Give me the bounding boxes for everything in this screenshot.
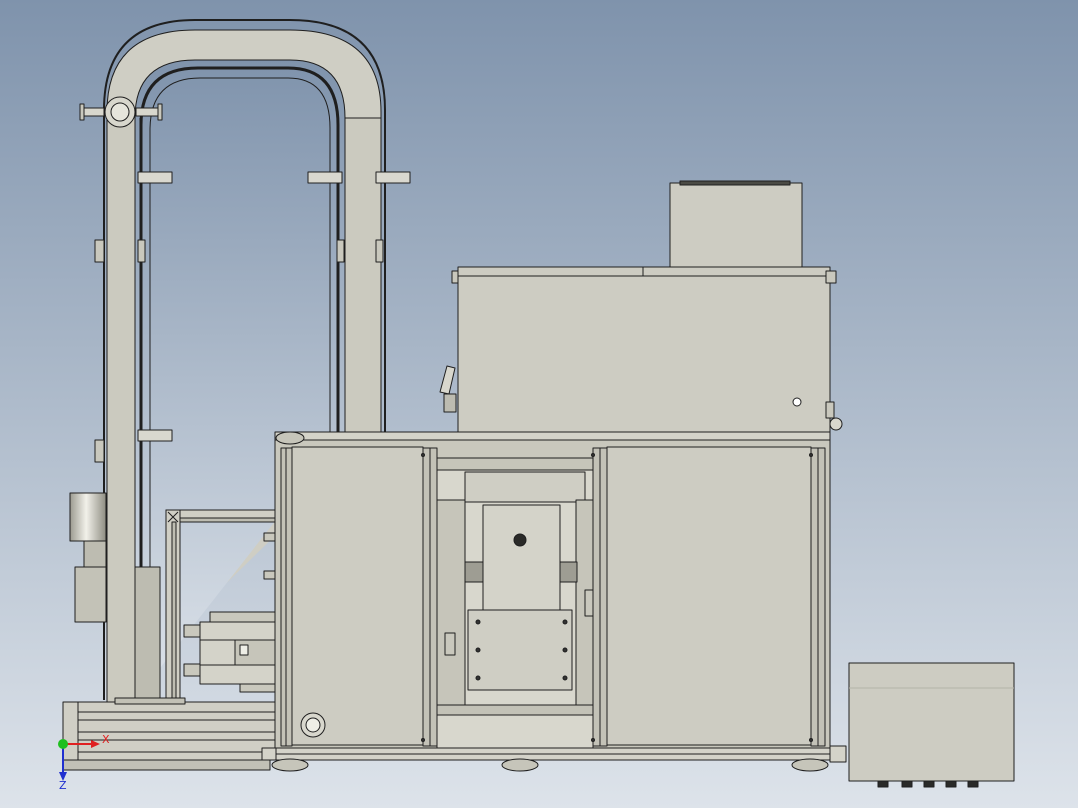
triad-x-label: X (102, 733, 110, 746)
main-cabinet (261, 431, 847, 772)
control-box (848, 662, 1015, 788)
triad-y-axis (58, 739, 68, 749)
cad-viewport[interactable]: X Z (0, 0, 1078, 808)
base-frame-left (62, 697, 279, 771)
triad-z-label: Z (59, 779, 67, 792)
cad-model-drawing (0, 0, 1078, 808)
